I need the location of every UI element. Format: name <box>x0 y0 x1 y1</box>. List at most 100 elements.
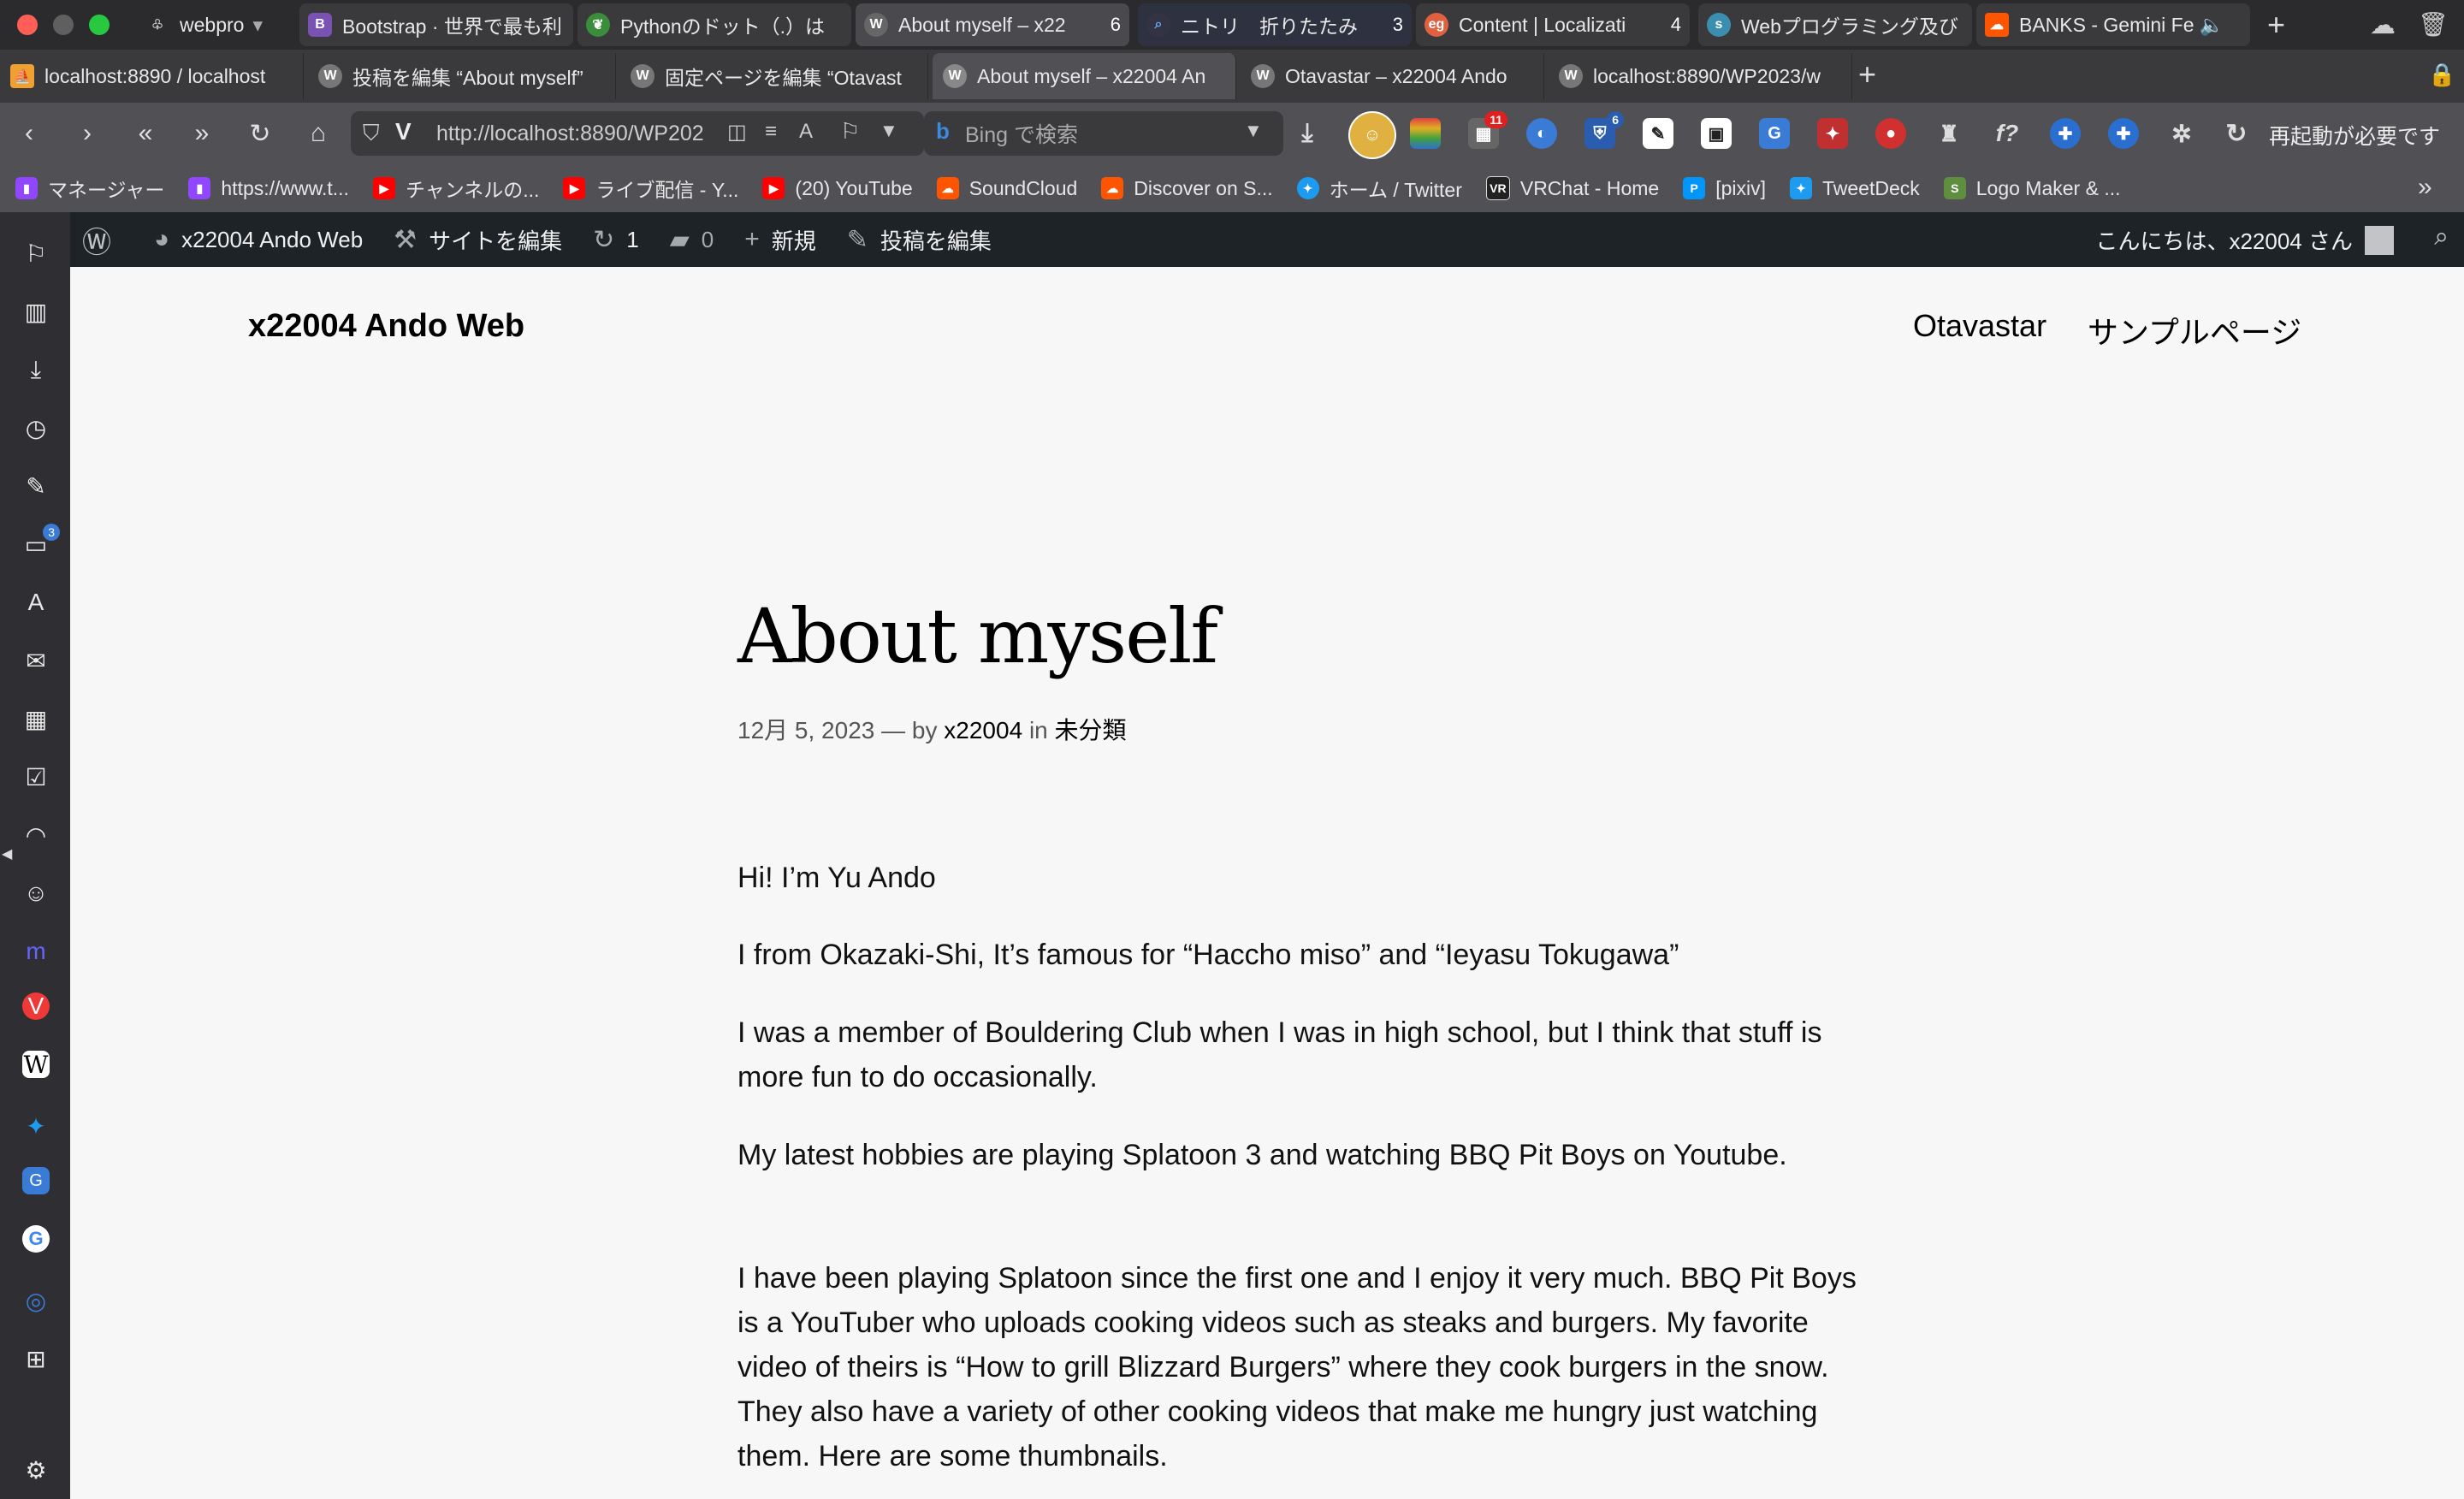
post-author[interactable]: x22004 <box>944 717 1022 744</box>
add-panel-icon[interactable]: ⊞ <box>19 1342 53 1376</box>
shield-icon[interactable]: ⛉ <box>363 120 380 147</box>
new-tab-plus-icon[interactable]: + <box>2267 7 2285 43</box>
wp-logo-button[interactable]: Ⓦ <box>82 219 123 261</box>
tab-phpmyadmin[interactable]: ⛵ localhost:8890 / localhost <box>0 53 304 99</box>
tab-edit-page[interactable]: W 固定ページを編集 “Otavast <box>620 53 928 99</box>
window-extension-icon[interactable]: ▣ <box>1701 118 1732 149</box>
google-icon[interactable]: G <box>22 1225 50 1253</box>
plus-circle-extension-icon-2[interactable]: ✚ <box>2108 118 2139 149</box>
updates-link[interactable]: ↻ 1 <box>593 225 639 255</box>
download-icon[interactable]: ⤓ <box>1292 118 1323 149</box>
bookmark-item[interactable]: ✦ ホーム / Twitter <box>1296 174 1462 203</box>
post-category[interactable]: 未分類 <box>1055 717 1127 744</box>
tab-web-programming[interactable]: s Webプログラミング及び <box>1698 3 1972 46</box>
feeds-icon[interactable]: ◠ <box>19 818 53 852</box>
translate-panel-icon[interactable]: A <box>19 585 53 619</box>
nav-link-sample-page[interactable]: サンプルページ <box>2088 308 2301 353</box>
bookmark-item[interactable]: ☁ SoundCloud <box>936 177 1077 200</box>
history-icon[interactable]: ◷ <box>19 411 53 445</box>
tab-webpro[interactable]: ♧ webpro ▾ <box>137 3 295 46</box>
bookmark-item[interactable]: ▮ マネージャー <box>15 174 164 203</box>
mail-icon[interactable]: ✉ <box>19 643 53 678</box>
site-title[interactable]: x22004 Ando Web <box>248 308 524 345</box>
contacts-icon[interactable]: ☺ <box>19 876 53 910</box>
fast-forward-icon[interactable]: » <box>183 115 221 152</box>
translate-app-icon[interactable]: G <box>22 1167 50 1194</box>
vivaldi-panel-icon[interactable]: V <box>22 992 50 1020</box>
tab-content-localization[interactable]: eg Content | Localizati 4 <box>1416 3 1690 46</box>
downloads-panel-icon[interactable]: ⤓ <box>19 353 53 387</box>
notes-icon[interactable]: ✎ <box>19 469 53 503</box>
bookmark-item[interactable]: ✦ TweetDeck <box>1789 177 1920 200</box>
wikipedia-icon[interactable]: W <box>22 1051 50 1079</box>
google-translate-icon[interactable]: G <box>1759 118 1790 149</box>
comments-link[interactable]: ▰ 0 <box>670 225 714 255</box>
rewind-icon[interactable]: « <box>127 115 164 152</box>
tab-bootstrap[interactable]: B Bootstrap · 世界で最も利 <box>299 3 573 46</box>
tab-about-active[interactable]: W About myself – x22004 An <box>933 53 1236 99</box>
search-field[interactable]: b Bing で検索 ▼ <box>924 111 1283 156</box>
more-bookmarks-icon[interactable]: » <box>2418 173 2432 202</box>
close-window-button[interactable] <box>17 15 38 35</box>
minimize-window-button[interactable] <box>53 15 74 35</box>
bookmark-item[interactable]: ▶ ライブ配信 - Y... <box>563 174 738 203</box>
settings-gear-icon[interactable]: ⚙ <box>19 1453 53 1487</box>
stamp-extension-icon[interactable]: ♜ <box>1934 118 1964 149</box>
magic-wand-icon[interactable]: ✦ <box>1817 118 1848 149</box>
translate-icon[interactable]: A <box>799 120 813 144</box>
bookmark-item[interactable]: VR VRChat - Home <box>1485 176 1659 200</box>
bookmark-item[interactable]: ▶ チャンネルの... <box>372 174 539 203</box>
trash-icon[interactable]: 🗑 <box>2418 10 2449 39</box>
reload-icon[interactable]: ↻ <box>241 115 279 152</box>
address-field[interactable]: ⛉ V http://localhost:8890/WP202 ◫ ≡ A ⚐ … <box>351 111 924 156</box>
bookmarks-panel-icon[interactable]: ⚐ <box>19 236 53 270</box>
bookmark-item[interactable]: S Logo Maker & ... <box>1943 177 2121 200</box>
site-name-link[interactable]: ◕ x22004 Ando Web <box>154 225 363 254</box>
post-date[interactable]: 12月 5, 2023 <box>737 717 874 744</box>
zoom-window-button[interactable] <box>89 15 110 35</box>
tab-banks[interactable]: ☁ BANKS - Gemini Fe 🔈 <box>1976 3 2250 46</box>
mastodon-icon[interactable]: m <box>19 934 53 969</box>
url-text[interactable]: http://localhost:8890/WP202 <box>436 121 704 146</box>
search-icon[interactable]: ⌕ <box>2434 222 2449 252</box>
bookmark-item[interactable]: ▶ (20) YouTube <box>762 177 913 200</box>
twitter-panel-icon[interactable]: ✦ <box>19 1109 53 1143</box>
reader-icon[interactable]: ≡ <box>765 120 777 144</box>
function-extension-icon[interactable]: f? <box>1992 118 2023 149</box>
bitwarden-icon[interactable]: ⛨ 6 <box>1584 111 1624 149</box>
wave-app-icon[interactable]: ◎ <box>19 1283 53 1318</box>
tab-about-myself[interactable]: W About myself – x22 6 <box>856 3 1129 46</box>
chat-extension-icon[interactable]: ● <box>1875 118 1906 149</box>
tab-localhost-wp[interactable]: W localhost:8890/WP2023/w <box>1549 53 1852 99</box>
cloud-icon[interactable]: ☁ <box>2370 10 2396 40</box>
tab-edit-post[interactable]: W 投稿を編集 “About myself” <box>308 53 616 99</box>
bookmark-item[interactable]: P [pixiv] <box>1683 177 1766 200</box>
window-panel-icon[interactable]: ▭ 3 <box>19 524 60 561</box>
tasks-icon[interactable]: ☑ <box>19 760 53 794</box>
reading-list-icon[interactable]: ▥ <box>19 294 53 329</box>
tab-nitori[interactable]: ⌕ ニトリ 折りたたみ 3 <box>1138 3 1412 46</box>
restart-required-label[interactable]: 再起動が必要です <box>2269 120 2440 151</box>
grid-extension-icon[interactable]: ▦ 11 <box>1468 111 1507 149</box>
calendar-icon[interactable]: ▦ <box>19 702 53 736</box>
home-icon[interactable]: ⌂ <box>299 115 337 152</box>
edit-site-link[interactable]: ⚒ サイトを編集 <box>394 224 562 256</box>
collapse-arrow-icon[interactable]: ◀ <box>2 845 12 862</box>
forward-icon[interactable]: › <box>68 115 106 152</box>
puzzle-icon[interactable]: ✲ <box>2166 118 2197 149</box>
new-tab-plus-icon[interactable]: + <box>1858 56 1876 92</box>
tab-python[interactable]: ❦ Pythonのドット（.）は <box>578 3 851 46</box>
stack-extension-icon[interactable] <box>1410 118 1441 149</box>
tab-otavastar[interactable]: W Otavastar – x22004 Ando <box>1241 53 1544 99</box>
profile-avatar[interactable]: ☺ <box>1348 111 1396 159</box>
edit-post-link[interactable]: ✎ 投稿を編集 <box>847 224 992 256</box>
edit-extension-icon[interactable]: ✎ <box>1643 118 1673 149</box>
chevron-down-icon[interactable]: ▼ <box>880 120 898 142</box>
bookmark-item[interactable]: ☁ Discover on S... <box>1101 177 1273 200</box>
circle-extension-icon[interactable]: ◐ <box>1526 118 1557 149</box>
bookmark-icon[interactable]: ⚐ <box>840 118 860 145</box>
restart-icon[interactable]: ↻ <box>2221 118 2252 149</box>
bookmark-item[interactable]: ▮ https://www.t... <box>188 177 349 200</box>
rss-icon[interactable]: ◫ <box>727 120 747 145</box>
user-account-menu[interactable]: こんにちは、x22004 さん <box>2095 224 2394 256</box>
